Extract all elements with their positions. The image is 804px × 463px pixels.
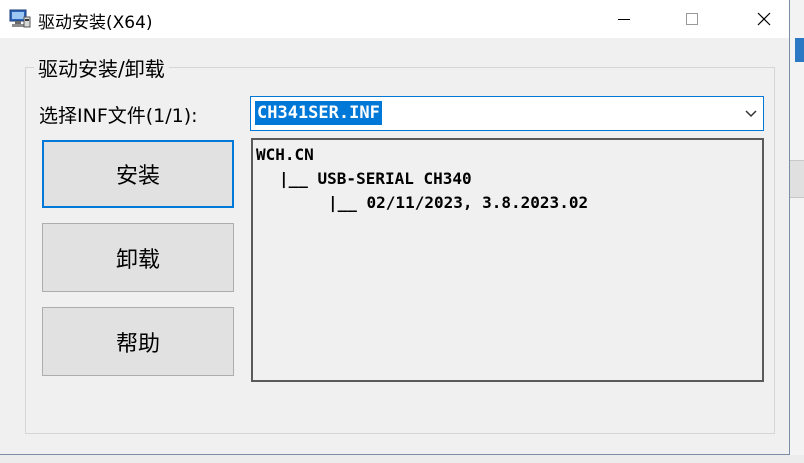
usb-driver-icon — [9, 9, 31, 29]
driver-vendor: WCH.CN — [256, 145, 314, 164]
groupbox-title: 驱动安装/卸载 — [34, 53, 169, 82]
help-button[interactable]: 帮助 — [42, 307, 234, 376]
window-title: 驱动安装(X64) — [38, 13, 153, 33]
driver-install-window: 驱动安装(X64) 驱动安装/卸载 选择INF文件(1/1): CH341SER… — [0, 0, 790, 455]
maximize-icon — [686, 13, 698, 25]
close-icon — [757, 12, 771, 26]
driver-version: |__ 02/11/2023, 3.8.2023.02 — [328, 193, 589, 212]
driver-info-list[interactable]: WCH.CN |__ USB-SERIAL CH340 |__ 02/11/20… — [251, 138, 764, 382]
title-bar[interactable]: 驱动安装(X64) — [0, 0, 789, 38]
minimize-icon — [618, 18, 630, 20]
inf-file-label: 选择INF文件(1/1): — [39, 105, 198, 127]
install-button[interactable]: 安装 — [42, 140, 234, 208]
chevron-down-icon[interactable] — [743, 107, 759, 121]
uninstall-button[interactable]: 卸载 — [42, 223, 234, 292]
close-button[interactable] — [741, 0, 787, 38]
driver-device: |__ USB-SERIAL CH340 — [279, 169, 472, 188]
inf-file-value: CH341SER.INF — [255, 101, 382, 125]
background-window-bottom — [0, 455, 804, 463]
inf-file-dropdown[interactable]: CH341SER.INF — [250, 96, 764, 131]
background-accent-block — [795, 38, 804, 62]
background-window-edge — [790, 0, 804, 463]
minimize-button[interactable] — [601, 0, 647, 38]
background-panel — [790, 160, 804, 198]
maximize-button[interactable] — [669, 0, 715, 38]
